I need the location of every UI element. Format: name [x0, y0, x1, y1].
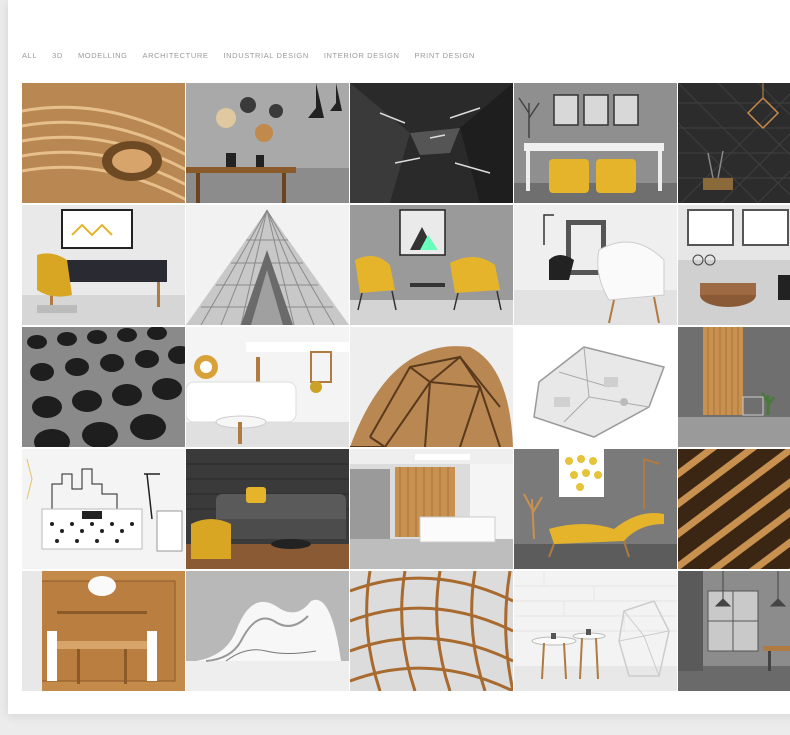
filter-all[interactable]: ALL: [22, 51, 37, 60]
filter-interior-design[interactable]: INTERIOR DESIGN: [324, 51, 400, 60]
industrial-loft-image: [678, 571, 790, 691]
portfolio-filter-bar: ALL 3D MODELLING ARCHITECTURE INDUSTRIAL…: [22, 51, 490, 60]
daybed-image: [22, 205, 185, 325]
dark-tunnel-image: [350, 83, 513, 203]
portfolio-grid: [22, 83, 790, 692]
portfolio-item-reception-desk[interactable]: [350, 449, 513, 569]
loft-pouf-image: [678, 205, 790, 325]
portfolio-item-3d-floor-plan[interactable]: [514, 327, 677, 447]
portfolio-item-lattice-roof[interactable]: [350, 571, 513, 691]
portfolio-item-white-tables[interactable]: [514, 571, 677, 691]
portfolio-item-copper-pendant[interactable]: [678, 83, 790, 203]
filter-print-design[interactable]: PRINT DESIGN: [415, 51, 475, 60]
portfolio-item-wood-panel-wall[interactable]: [678, 327, 790, 447]
portfolio-item-yellow-chaise[interactable]: [514, 449, 677, 569]
triangle-facade-image: [186, 205, 349, 325]
reception-desk-image: [350, 449, 513, 569]
portfolio-item-wooden-dining[interactable]: [22, 571, 185, 691]
portfolio-item-daybed[interactable]: [22, 205, 185, 325]
portfolio-item-perforated-facade[interactable]: [22, 327, 185, 447]
portfolio-item-triangle-facade[interactable]: [186, 205, 349, 325]
white-chairs-room-image: [514, 205, 677, 325]
yellow-poufs-image: [514, 83, 677, 203]
wood-panel-wall-image: [678, 327, 790, 447]
filter-modelling[interactable]: MODELLING: [78, 51, 128, 60]
portfolio-item-curved-building[interactable]: [186, 571, 349, 691]
white-tables-image: [514, 571, 677, 691]
yellow-lounge-chairs-image: [350, 205, 513, 325]
portfolio-item-diagonal-slats[interactable]: [678, 449, 790, 569]
copper-pendant-image: [678, 83, 790, 203]
portfolio-item-yellow-poufs[interactable]: [514, 83, 677, 203]
yellow-chaise-image: [514, 449, 677, 569]
geodesic-dome-image: [350, 327, 513, 447]
portfolio-item-white-sofa[interactable]: [186, 327, 349, 447]
filter-architecture[interactable]: ARCHITECTURE: [143, 51, 209, 60]
lattice-roof-image: [350, 571, 513, 691]
wooden-curves-image: [22, 83, 185, 203]
portfolio-item-industrial-loft[interactable]: [678, 571, 790, 691]
portfolio-item-city-bedroom[interactable]: [22, 449, 185, 569]
portfolio-item-geodesic-dome[interactable]: [350, 327, 513, 447]
floor-plan-image: [514, 327, 677, 447]
filter-industrial-design[interactable]: INDUSTRIAL DESIGN: [223, 51, 308, 60]
portfolio-item-wooden-curves[interactable]: [22, 83, 185, 203]
curved-building-image: [186, 571, 349, 691]
portfolio-item-dining-boards[interactable]: [186, 83, 349, 203]
perforated-facade-image: [22, 327, 185, 447]
filter-3d[interactable]: 3D: [52, 51, 63, 60]
portfolio-item-loft-pouf[interactable]: [678, 205, 790, 325]
grey-sofa-brick-image: [186, 449, 349, 569]
portfolio-item-white-chairs-room[interactable]: [514, 205, 677, 325]
wooden-dining-image: [22, 571, 185, 691]
dining-boards-image: [186, 83, 349, 203]
city-bedroom-image: [22, 449, 185, 569]
portfolio-item-dark-tunnel[interactable]: [350, 83, 513, 203]
diagonal-slats-image: [678, 449, 790, 569]
portfolio-item-grey-sofa-brick[interactable]: [186, 449, 349, 569]
white-sofa-image: [186, 327, 349, 447]
portfolio-item-yellow-lounge-chairs[interactable]: [350, 205, 513, 325]
